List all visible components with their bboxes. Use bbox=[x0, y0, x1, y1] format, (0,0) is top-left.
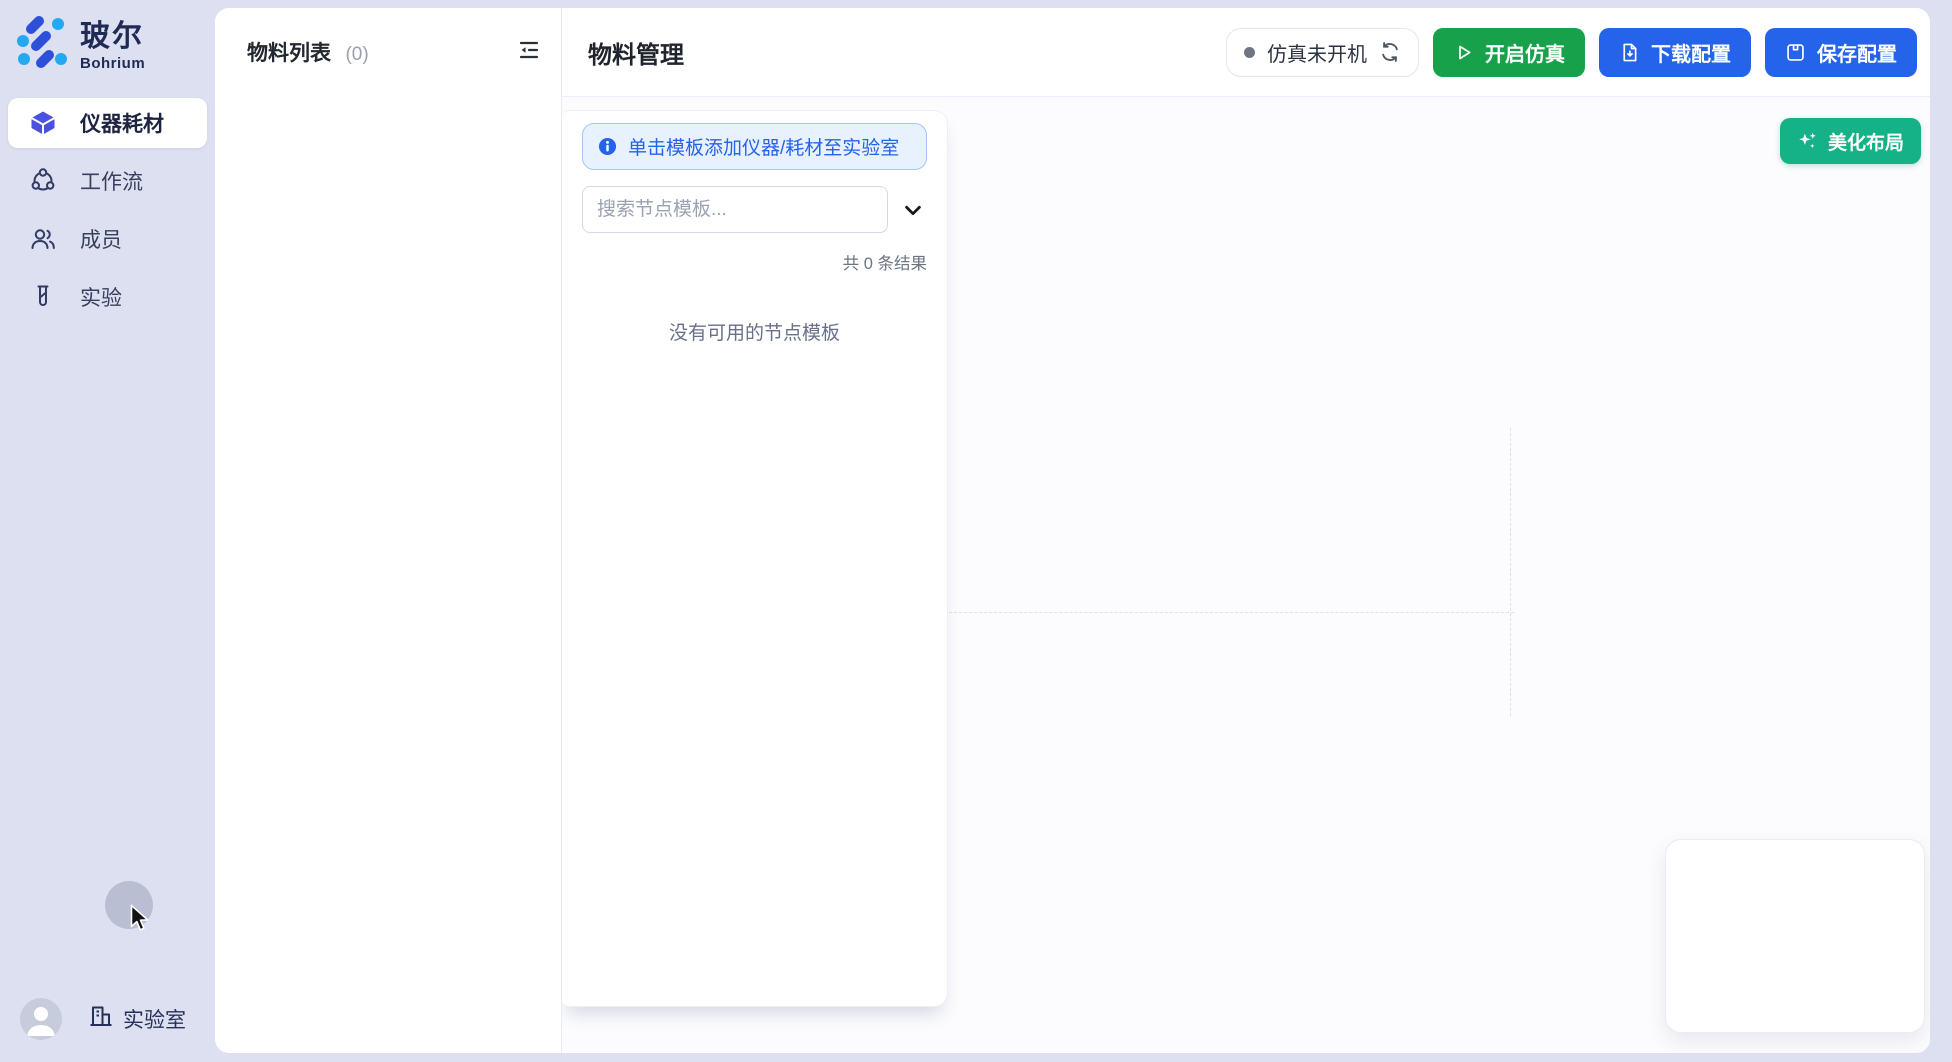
play-icon bbox=[1453, 42, 1474, 63]
canvas-guide-vertical bbox=[1510, 428, 1511, 716]
sidebar-item-members[interactable]: 成员 bbox=[8, 214, 207, 264]
sidebar-item-label: 仪器耗材 bbox=[80, 108, 164, 138]
bohrium-logo-icon bbox=[14, 14, 70, 70]
info-icon bbox=[598, 137, 617, 156]
save-config-button[interactable]: 保存配置 bbox=[1765, 28, 1917, 77]
file-download-icon bbox=[1619, 42, 1640, 63]
expand-categories-button[interactable] bbox=[899, 196, 927, 224]
sidebar-nav: 仪器耗材 工作流 成员 bbox=[8, 98, 207, 322]
building-icon bbox=[88, 1003, 114, 1035]
menu-fold-icon bbox=[517, 38, 541, 65]
search-input[interactable] bbox=[582, 186, 888, 233]
brand-subtitle: Bohrium bbox=[80, 55, 145, 72]
brand-name: 玻尔 bbox=[80, 20, 145, 53]
template-search-row bbox=[582, 186, 927, 233]
sidebar-item-workflow[interactable]: 工作流 bbox=[8, 156, 207, 206]
header-actions: 仿真未开机 bbox=[1226, 28, 1917, 77]
status-label: 仿真未开机 bbox=[1267, 38, 1367, 67]
download-config-label: 下载配置 bbox=[1651, 38, 1731, 67]
sidebar-item-laboratory[interactable]: 实验室 bbox=[88, 1003, 186, 1035]
main-card: 物料列表 (0) 物料管理 仿真 bbox=[215, 8, 1930, 1053]
save-config-label: 保存配置 bbox=[1817, 38, 1897, 67]
main-area: 物料管理 仿真未开机 bbox=[562, 8, 1930, 1053]
beautify-layout-label: 美化布局 bbox=[1828, 128, 1904, 155]
chevron-down-icon bbox=[902, 199, 924, 221]
sidebar-item-label: 工作流 bbox=[80, 166, 143, 196]
material-list-header: 物料列表 (0) bbox=[247, 36, 543, 67]
sidebar-footer: 实验室 bbox=[0, 998, 215, 1062]
cube-icon bbox=[30, 110, 56, 136]
canvas-guide-horizontal bbox=[949, 612, 1514, 613]
start-simulation-label: 开启仿真 bbox=[1485, 38, 1565, 67]
material-list-panel: 物料列表 (0) bbox=[215, 8, 562, 1053]
collapse-panel-button[interactable] bbox=[515, 36, 543, 67]
save-icon bbox=[1785, 42, 1806, 63]
minimap[interactable] bbox=[1665, 839, 1925, 1033]
sidebar-item-label: 实验 bbox=[80, 282, 122, 312]
node-template-panel: 单击模板添加仪器/耗材至实验室 共 0 条结果 没有可用的节点模板 bbox=[562, 110, 948, 1007]
template-hint-text: 单击模板添加仪器/耗材至实验室 bbox=[628, 133, 899, 160]
mouse-cursor bbox=[128, 904, 152, 937]
status-dot-icon bbox=[1244, 47, 1255, 58]
page-title: 物料管理 bbox=[588, 35, 684, 70]
sidebar-item-experiment[interactable]: 实验 bbox=[8, 272, 207, 322]
experiment-icon bbox=[30, 284, 56, 310]
brand-logo: 玻尔 Bohrium bbox=[0, 0, 215, 72]
material-list-title: 物料列表 bbox=[247, 42, 331, 65]
workflow-icon bbox=[30, 168, 56, 194]
results-count: 共 0 条结果 bbox=[582, 250, 927, 274]
download-config-button[interactable]: 下载配置 bbox=[1599, 28, 1751, 77]
start-simulation-button[interactable]: 开启仿真 bbox=[1433, 28, 1585, 77]
simulation-status-pill[interactable]: 仿真未开机 bbox=[1226, 28, 1419, 77]
members-icon bbox=[30, 226, 56, 252]
sidebar-item-label: 成员 bbox=[80, 224, 122, 254]
empty-state-message: 没有可用的节点模板 bbox=[582, 318, 927, 345]
avatar[interactable] bbox=[20, 998, 62, 1040]
laboratory-label: 实验室 bbox=[123, 1004, 186, 1034]
template-hint-banner: 单击模板添加仪器/耗材至实验室 bbox=[582, 123, 927, 170]
material-list-count: (0) bbox=[345, 44, 368, 65]
sparkles-icon bbox=[1797, 131, 1818, 152]
flow-canvas[interactable]: 单击模板添加仪器/耗材至实验室 共 0 条结果 没有可用的节点模板 bbox=[562, 97, 1930, 1053]
page-header: 物料管理 仿真未开机 bbox=[562, 8, 1930, 97]
beautify-layout-button[interactable]: 美化布局 bbox=[1780, 118, 1921, 164]
refresh-icon[interactable] bbox=[1379, 41, 1401, 63]
sidebar-item-instruments[interactable]: 仪器耗材 bbox=[8, 98, 207, 148]
